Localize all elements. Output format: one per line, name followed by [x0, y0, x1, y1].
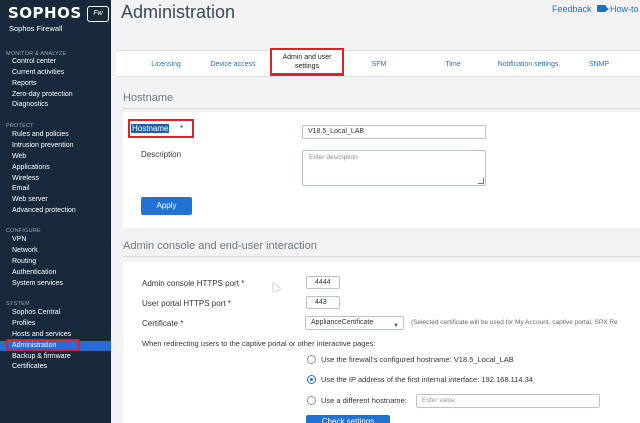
sidebar-item-applications[interactable]: Applications — [0, 163, 111, 173]
tab-sfm[interactable]: SFM — [364, 51, 394, 78]
sidebar-item-profiles[interactable]: Profiles — [0, 319, 111, 329]
certificate-select[interactable]: ApplianceCertificate ▼ — [305, 316, 404, 330]
hostname-input[interactable]: V18.5_Local_LAB — [302, 125, 486, 139]
radio-value-text: 192.168.114.34 — [481, 375, 533, 384]
highlight-annotation — [128, 119, 194, 138]
radio-label-text: Use the IP address of the first internal… — [321, 375, 480, 384]
sidebar-item-authentication[interactable]: Authentication — [0, 268, 111, 278]
sidebar-item-network[interactable]: Network — [0, 246, 111, 256]
feedback-link[interactable]: Feedback — [552, 4, 592, 14]
sidebar-item-web[interactable]: Web — [0, 152, 111, 162]
apply-button[interactable]: Apply — [141, 197, 192, 215]
sidebar-item-email[interactable]: Email — [0, 184, 111, 194]
resize-handle-icon[interactable] — [478, 178, 484, 184]
radio-configured-hostname-label: Use the firewall's configured hostname: … — [321, 355, 514, 364]
brand-logo: SOPHOS — [8, 4, 82, 22]
user-portal-port-input[interactable]: 443 — [306, 296, 340, 309]
sidebar-item-backup-firmware[interactable]: Backup & firmware — [0, 352, 111, 362]
sidebar-item-advanced-protection[interactable]: Advanced protection — [0, 206, 111, 216]
sidebar-item-vpn[interactable]: VPN — [0, 235, 111, 245]
sidebar-item-current-activities[interactable]: Current activities — [0, 68, 111, 78]
tab-bar: Licensing Device access Admin and user s… — [116, 48, 640, 78]
page-title: Administration — [121, 2, 236, 22]
radio-label-text: Use the firewall's configured hostname: — [321, 355, 452, 364]
sidebar-item-system-services[interactable]: System services — [0, 279, 111, 289]
admin-https-port-label: Admin console HTTPS port * — [142, 279, 245, 288]
admin-https-port-input[interactable]: 4444 — [306, 276, 340, 289]
tab-time[interactable]: Time — [438, 51, 468, 78]
tab-notification-settings[interactable]: Notification settings — [488, 51, 568, 78]
certificate-selected-value: ApplianceCertificate — [311, 319, 374, 326]
tab-admin-label-line1: Admin and user — [282, 54, 332, 61]
sidebar-section-system: SYSTEM — [6, 301, 30, 307]
tab-admin-and-user-settings[interactable]: Admin and user settings — [270, 48, 344, 76]
description-placeholder: Enter description — [309, 154, 358, 161]
tab-snmp[interactable]: SNMP — [584, 51, 614, 78]
sidebar-item-rules-and-policies[interactable]: Rules and policies — [0, 130, 111, 140]
tab-licensing[interactable]: Licensing — [136, 51, 196, 78]
redirect-label: When redirecting users to the captive po… — [142, 339, 376, 348]
highlight-annotation — [6, 339, 80, 351]
radio-configured-hostname[interactable] — [307, 355, 316, 364]
radio-first-internal-ip[interactable] — [307, 375, 316, 384]
sidebar-item-intrusion-prevention[interactable]: Intrusion prevention — [0, 141, 111, 151]
tab-admin-label-line2: settings — [294, 63, 320, 70]
product-name: Sophos Firewall — [9, 24, 63, 33]
different-hostname-input[interactable]: Enter value — [416, 394, 600, 408]
brand: SOPHOS Fw Sophos Firewall — [8, 4, 109, 33]
tab-device-access[interactable]: Device access — [202, 51, 264, 78]
sidebar-section-configure: CONFIGURE — [6, 228, 41, 234]
radio-first-internal-ip-label: Use the IP address of the first internal… — [321, 375, 533, 384]
sidebar-item-control-center[interactable]: Control center — [0, 57, 111, 67]
sidebar-item-certificates[interactable]: Certificates — [0, 362, 111, 372]
main-content: Administration Feedback How-to Licensing… — [111, 0, 640, 423]
sidebar: SOPHOS Fw Sophos Firewall MONITOR & ANAL… — [0, 0, 111, 423]
user-portal-port-label: User portal HTTPS port * — [142, 299, 231, 308]
description-textarea[interactable]: Enter description — [302, 150, 486, 186]
sidebar-section-protect: PROTECT — [6, 123, 34, 129]
sidebar-item-diagnostics[interactable]: Diagnostics — [0, 100, 111, 110]
hostname-section-heading: Hostname — [123, 92, 174, 104]
sidebar-item-routing[interactable]: Routing — [0, 257, 111, 267]
chevron-down-icon: ▼ — [393, 323, 399, 329]
radio-different-hostname-label: Use a different hostname: — [321, 396, 407, 405]
sidebar-item-sophos-central[interactable]: Sophos Central — [0, 308, 111, 318]
section-divider — [123, 108, 640, 109]
check-settings-button[interactable]: Check settings — [306, 415, 390, 423]
section-divider — [123, 256, 640, 257]
admin-console-section-heading: Admin console and end-user interaction — [123, 240, 317, 252]
sidebar-item-wireless[interactable]: Wireless — [0, 174, 111, 184]
sidebar-item-zero-day-protection[interactable]: Zero-day protection — [0, 90, 111, 100]
certificate-label: Certificate * — [142, 319, 184, 328]
certificate-hint: (Selected certificate will be used for M… — [411, 319, 618, 326]
brand-badge: Fw — [87, 6, 109, 22]
radio-different-hostname[interactable] — [307, 396, 316, 405]
video-icon — [597, 5, 609, 12]
description-label: Description — [141, 150, 182, 159]
radio-value-text: V18.5_Local_LAB — [453, 355, 514, 364]
sidebar-item-reports[interactable]: Reports — [0, 79, 111, 89]
sidebar-item-web-server[interactable]: Web server — [0, 195, 111, 205]
howto-link[interactable]: How-to — [610, 4, 639, 14]
